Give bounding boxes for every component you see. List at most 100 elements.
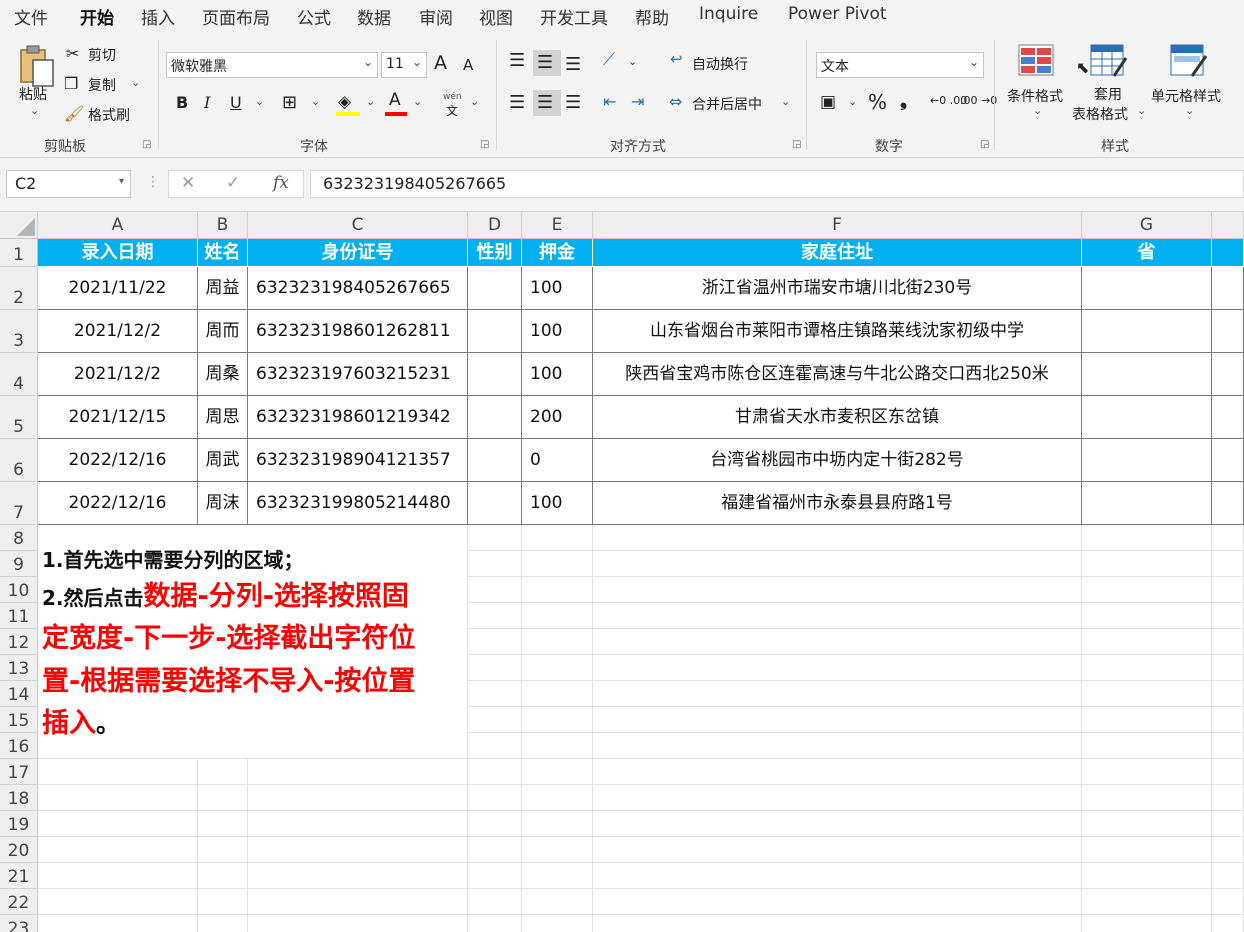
empty-cell[interactable]: [593, 525, 1082, 551]
header-cell-c[interactable]: 身份证号: [248, 239, 468, 267]
data-cell[interactable]: [1082, 482, 1212, 525]
column-header-e[interactable]: E: [522, 212, 593, 239]
tab-insert[interactable]: 插入: [141, 4, 175, 29]
empty-cell[interactable]: [1212, 707, 1244, 733]
enter-icon[interactable]: ✓: [226, 173, 240, 193]
row-header-16[interactable]: 16: [0, 733, 38, 759]
empty-cell[interactable]: [198, 811, 248, 837]
data-cell[interactable]: [1082, 267, 1212, 310]
comma-button[interactable]: ❟: [900, 90, 907, 111]
grow-font-button[interactable]: A: [434, 52, 447, 74]
column-header-extra[interactable]: [1212, 212, 1244, 239]
header-cell-extra[interactable]: [1212, 239, 1244, 267]
formula-input[interactable]: 632323198405267665: [310, 170, 1244, 198]
empty-cell[interactable]: [468, 785, 522, 811]
paste-dropdown-icon[interactable]: ⌄: [30, 104, 39, 117]
empty-cell[interactable]: [522, 889, 593, 915]
row-header-2[interactable]: 2: [0, 267, 38, 310]
format-painter-icon[interactable]: 🖌: [64, 104, 84, 123]
empty-cell[interactable]: [248, 915, 468, 932]
alignment-launcher-icon[interactable]: ◲: [792, 139, 801, 150]
empty-cell[interactable]: [38, 863, 198, 889]
row-header-19[interactable]: 19: [0, 811, 38, 837]
font-size-select[interactable]: 11 ⌄: [381, 52, 427, 78]
format-painter-button[interactable]: 格式刷: [88, 105, 130, 125]
row-header-15[interactable]: 15: [0, 707, 38, 733]
format-as-table-button[interactable]: 表格格式: [1072, 104, 1128, 124]
row-header-22[interactable]: 22: [0, 889, 38, 915]
data-cell[interactable]: [468, 482, 522, 525]
data-cell[interactable]: [1212, 310, 1244, 353]
cancel-icon[interactable]: ✕: [181, 173, 195, 193]
name-box[interactable]: C2 ▾: [6, 170, 131, 198]
empty-cell[interactable]: [248, 889, 468, 915]
empty-cell[interactable]: [1212, 759, 1244, 785]
phonetic-dropdown-icon[interactable]: ⌄: [470, 95, 479, 108]
empty-cell[interactable]: [522, 681, 593, 707]
empty-cell[interactable]: [1212, 733, 1244, 759]
column-header-g[interactable]: G: [1082, 212, 1212, 239]
empty-cell[interactable]: [248, 837, 468, 863]
italic-button[interactable]: I: [204, 93, 210, 112]
align-middle-icon[interactable]: ☰: [537, 52, 553, 73]
empty-cell[interactable]: [198, 863, 248, 889]
empty-cell[interactable]: [38, 811, 198, 837]
data-cell[interactable]: 周益: [198, 267, 248, 310]
empty-cell[interactable]: [468, 733, 522, 759]
empty-cell[interactable]: [593, 837, 1082, 863]
empty-cell[interactable]: [1212, 629, 1244, 655]
data-cell[interactable]: [1212, 267, 1244, 310]
empty-cell[interactable]: [38, 889, 198, 915]
select-all-corner[interactable]: [0, 212, 38, 239]
tab-view[interactable]: 视图: [479, 4, 513, 29]
data-cell[interactable]: [1082, 439, 1212, 482]
empty-cell[interactable]: [198, 759, 248, 785]
empty-cell[interactable]: [38, 915, 198, 932]
empty-cell[interactable]: [1212, 551, 1244, 577]
column-header-b[interactable]: B: [198, 212, 248, 239]
insert-function-button[interactable]: fx: [273, 173, 289, 193]
empty-cell[interactable]: [1212, 837, 1244, 863]
align-top-icon[interactable]: ☰: [509, 50, 525, 71]
column-header-c[interactable]: C: [248, 212, 468, 239]
increase-indent-icon[interactable]: ⇥: [631, 92, 644, 111]
empty-cell[interactable]: [468, 603, 522, 629]
paste-icon[interactable]: [18, 44, 56, 88]
empty-cell[interactable]: [468, 655, 522, 681]
copy-button[interactable]: 复制: [88, 75, 116, 95]
empty-cell[interactable]: [593, 681, 1082, 707]
data-cell[interactable]: [468, 439, 522, 482]
empty-cell[interactable]: [1082, 681, 1212, 707]
data-cell[interactable]: [1082, 353, 1212, 396]
orientation-dropdown-icon[interactable]: ⌄: [628, 55, 637, 68]
decrease-decimal-button[interactable]: .00 →0: [960, 94, 997, 107]
empty-cell[interactable]: [248, 811, 468, 837]
format-table-dropdown-icon[interactable]: ⌄: [1137, 104, 1146, 117]
font-family-select[interactable]: 微软雅黑 ⌄: [166, 52, 378, 78]
empty-cell[interactable]: [1082, 577, 1212, 603]
font-color-dropdown-icon[interactable]: ⌄: [413, 95, 422, 108]
wrap-text-icon[interactable]: ↩: [670, 50, 683, 68]
row-header-11[interactable]: 11: [0, 603, 38, 629]
empty-cell[interactable]: [593, 785, 1082, 811]
cell-styles-button[interactable]: 单元格样式: [1151, 86, 1221, 106]
data-cell[interactable]: 2021/11/22: [38, 267, 198, 310]
tab-page-layout[interactable]: 页面布局: [202, 4, 270, 29]
row-header-3[interactable]: 3: [0, 310, 38, 353]
bold-button[interactable]: B: [176, 93, 188, 112]
tab-formulas[interactable]: 公式: [297, 4, 331, 29]
header-cell-a[interactable]: 录入日期: [38, 239, 198, 267]
header-cell-d[interactable]: 性别: [468, 239, 522, 267]
column-header-a[interactable]: A: [38, 212, 198, 239]
data-cell[interactable]: 2022/12/16: [38, 439, 198, 482]
accounting-dropdown-icon[interactable]: ⌄: [848, 95, 857, 108]
data-cell[interactable]: 200: [522, 396, 593, 439]
row-header-12[interactable]: 12: [0, 629, 38, 655]
empty-cell[interactable]: [593, 629, 1082, 655]
data-cell[interactable]: 2021/12/2: [38, 353, 198, 396]
empty-cell[interactable]: [198, 889, 248, 915]
row-header-8[interactable]: 8: [0, 525, 38, 551]
empty-cell[interactable]: [468, 889, 522, 915]
empty-cell[interactable]: [1212, 525, 1244, 551]
data-cell[interactable]: [468, 396, 522, 439]
